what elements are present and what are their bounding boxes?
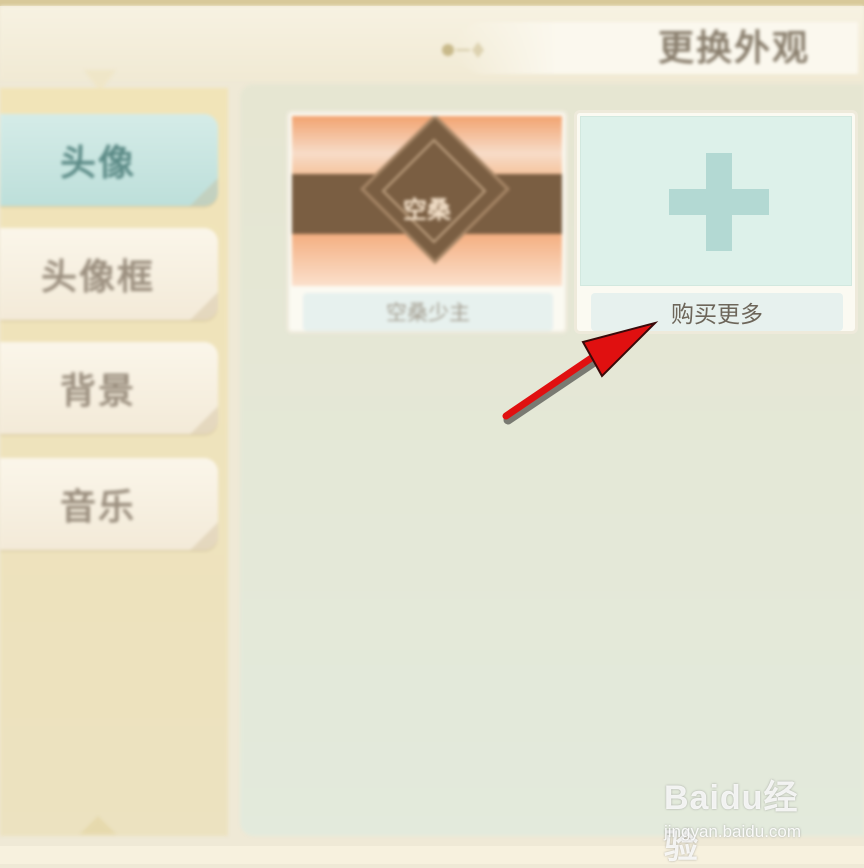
card-label: 空桑少主 (303, 293, 553, 331)
category-sidebar: 头像 头像框 背景 音乐 (0, 88, 228, 836)
sidebar-item-label: 头像框 (40, 257, 155, 298)
tab-corner-deco (190, 522, 218, 550)
page-title: 更换外观 (657, 28, 810, 69)
watermark-url: jingyan.baidu.com (664, 822, 802, 841)
watermark-logo: Baidu经验 (664, 779, 799, 866)
thumbnail-text: 空桑 (403, 196, 451, 224)
sidebar-item-avatar[interactable]: 头像 (0, 114, 218, 206)
tab-corner-deco (190, 292, 218, 320)
buy-more-button[interactable]: 购买更多 (591, 293, 843, 331)
sidebar-item-label: 音乐 (59, 487, 136, 528)
sidebar-item-label: 头像 (59, 143, 136, 184)
avatar-card-kongsang[interactable]: 空桑 空桑少主 (286, 110, 568, 334)
bottom-frame (0, 846, 864, 864)
sidebar-item-background[interactable]: 背景 (0, 342, 218, 434)
tab-corner-deco (190, 178, 218, 206)
sidebar-bottom-deco (80, 816, 116, 834)
plus-icon-vertical (706, 153, 732, 251)
tab-corner-deco (190, 406, 218, 434)
sidebar-item-music[interactable]: 音乐 (0, 458, 218, 550)
buy-more-card[interactable]: 购买更多 (574, 110, 858, 334)
avatar-thumbnail: 空桑 (292, 116, 562, 286)
sidebar-item-avatar-frame[interactable]: 头像框 (0, 228, 218, 320)
ornament-icon (442, 42, 484, 58)
sidebar-item-label: 背景 (59, 371, 136, 412)
add-slot (580, 116, 852, 286)
